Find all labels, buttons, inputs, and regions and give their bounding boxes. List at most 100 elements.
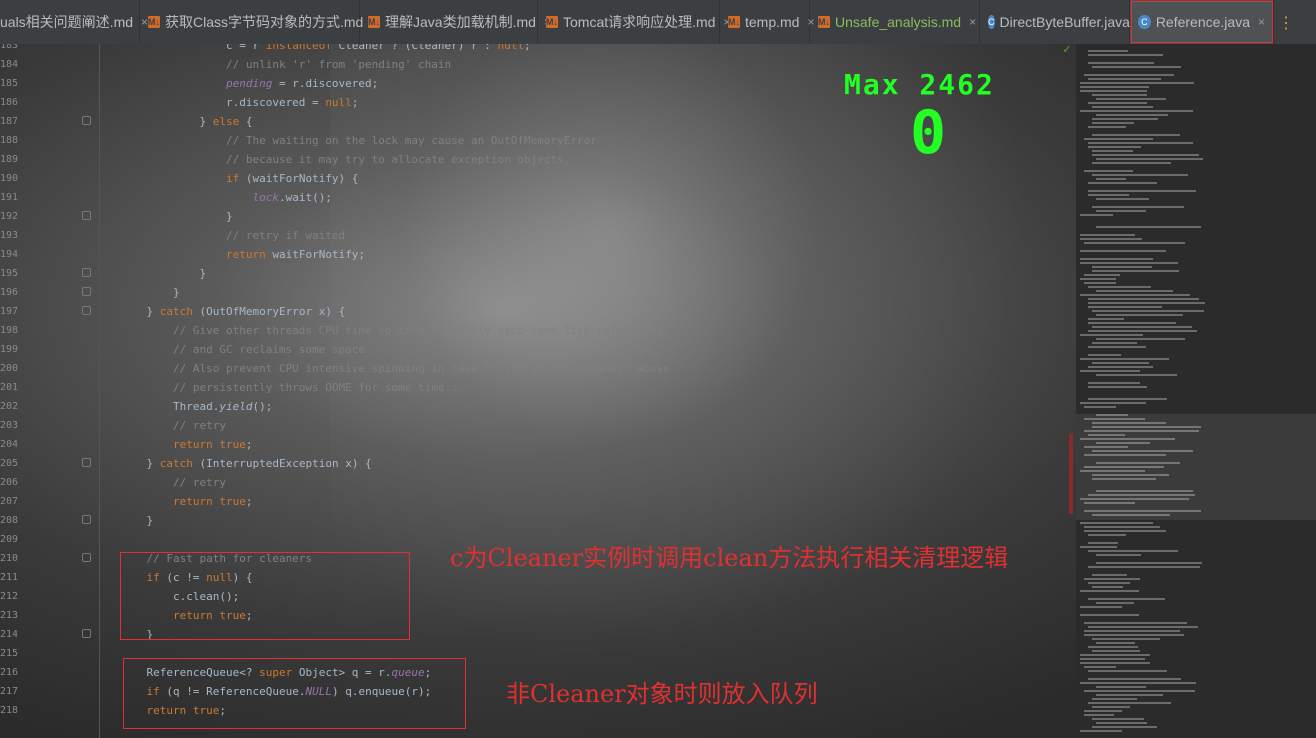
code-text: } — [120, 267, 207, 280]
minimap-line — [1080, 110, 1193, 112]
minimap-line — [1092, 134, 1180, 136]
minimap-line — [1084, 138, 1153, 140]
minimap-line — [1092, 586, 1123, 588]
minimap-line — [1080, 82, 1194, 84]
line-number: 215 — [0, 648, 19, 659]
close-icon[interactable]: × — [1258, 15, 1265, 29]
minimap-line — [1092, 650, 1140, 652]
minimap-line — [1084, 578, 1140, 580]
line-number: 198 — [0, 325, 19, 336]
minimap-line — [1088, 194, 1129, 196]
code-text: // persistently throws OOME for some tim… — [120, 381, 465, 394]
minimap-line — [1080, 662, 1150, 664]
minimap-line — [1088, 78, 1161, 80]
line-number: 199 — [0, 344, 19, 355]
minimap-line — [1096, 374, 1177, 376]
minimap-line — [1096, 554, 1141, 556]
minimap-line — [1080, 730, 1122, 732]
tab-6[interactable]: CDirectByteBuffer.java× — [980, 0, 1145, 44]
fold-marker-icon[interactable] — [82, 211, 91, 220]
code-text: // retry — [120, 419, 226, 432]
minimap-line — [1084, 634, 1184, 636]
minimap-line — [1088, 322, 1176, 324]
minimap-line — [1088, 298, 1199, 300]
minimap[interactable] — [1076, 44, 1316, 738]
more-tabs-icon[interactable]: ⋮ — [1274, 13, 1294, 32]
java-class-icon: C — [1138, 15, 1151, 29]
line-number: 190 — [0, 173, 19, 184]
editor-tab-bar: uals相关问题阐述.md×M↓获取Class字节码对象的方式.md×M↓理解J… — [0, 0, 1316, 45]
fold-marker-icon[interactable] — [82, 287, 91, 296]
minimap-line — [1084, 406, 1116, 408]
line-number: 208 — [0, 515, 19, 526]
code-line: 198 // Give other threads CPU time so th… — [0, 321, 1060, 340]
tab-4[interactable]: M↓ temp.md × — [720, 0, 814, 44]
code-text: } else { — [120, 115, 253, 128]
minimap-line — [1096, 98, 1166, 100]
minimap-line — [1088, 142, 1193, 144]
minimap-line — [1088, 182, 1157, 184]
code-text: return true; — [172, 438, 253, 451]
fold-marker-icon[interactable] — [82, 458, 91, 467]
tab-2[interactable]: M↓理解Java类加载机制.md× — [360, 0, 551, 44]
minimap-viewport[interactable] — [1076, 414, 1316, 520]
minimap-line — [1096, 114, 1168, 116]
code-text: lock.wait(); — [252, 191, 332, 204]
minimap-line — [1088, 702, 1171, 704]
minimap-line — [1096, 210, 1146, 212]
line-number: 206 — [0, 477, 19, 488]
minimap-line — [1080, 258, 1153, 260]
fold-marker-icon[interactable] — [82, 515, 91, 524]
line-number: 213 — [0, 610, 19, 621]
tab-label: temp.md — [745, 14, 800, 30]
fold-marker-icon[interactable] — [82, 116, 91, 125]
tab-7[interactable]: C Reference.java × — [1130, 0, 1274, 44]
tab-5[interactable]: M↓ Unsafe_analysis.md × — [810, 0, 980, 44]
minimap-line — [1084, 170, 1133, 172]
minimap-line — [1080, 250, 1166, 252]
code-text: } — [120, 286, 180, 299]
minimap-line — [1092, 638, 1160, 640]
code-text: } catch (InterruptedException x) { — [120, 457, 372, 470]
markdown-file-icon: M↓ — [818, 16, 830, 28]
line-number: 202 — [0, 401, 19, 412]
code-line: 201 // persistently throws OOME for some… — [0, 378, 1060, 397]
minimap-line — [1096, 314, 1183, 316]
code-editor[interactable]: 183 c = r instanceof Cleaner ? (Cleaner)… — [0, 44, 1316, 738]
code-line: 194 return waitForNotify; — [0, 245, 1060, 264]
cleaner-annotation: c为Cleaner实例时调用clean方法执行相关清理逻辑 — [450, 544, 1009, 572]
minimap-line — [1088, 302, 1205, 304]
code-line: 187 } else { — [0, 112, 1060, 131]
minimap-line — [1088, 330, 1197, 332]
close-icon[interactable]: × — [969, 15, 976, 29]
minimap-line — [1080, 654, 1150, 656]
minimap-line — [1088, 346, 1146, 348]
line-number: 184 — [0, 59, 19, 70]
fold-marker-icon[interactable] — [82, 268, 91, 277]
line-number: 212 — [0, 591, 19, 602]
minimap-line — [1092, 574, 1127, 576]
minimap-line — [1080, 522, 1153, 524]
minimap-line — [1096, 562, 1202, 564]
tab-0[interactable]: uals相关问题阐述.md × — [0, 0, 148, 44]
fold-marker-icon[interactable] — [82, 306, 91, 315]
fold-marker-icon[interactable] — [82, 553, 91, 562]
line-number: 196 — [0, 287, 19, 298]
tab-label: Tomcat请求响应处理.md — [563, 14, 716, 30]
fold-marker-icon[interactable] — [82, 629, 91, 638]
minimap-line — [1088, 354, 1121, 356]
code-line: 196 } — [0, 283, 1060, 302]
minimap-line — [1084, 714, 1114, 716]
code-line: 204 return true; — [0, 435, 1060, 454]
minimap-line — [1080, 606, 1122, 608]
minimap-line — [1092, 106, 1153, 108]
tab-3[interactable]: M↓ Tomcat请求响应处理.md × — [538, 0, 730, 44]
minimap-line — [1080, 334, 1143, 336]
code-text: } — [120, 514, 154, 527]
line-number: 217 — [0, 686, 19, 697]
code-line: 207 return true; — [0, 492, 1060, 511]
line-number: 207 — [0, 496, 19, 507]
tab-1[interactable]: M↓获取Class字节码对象的方式.md× — [140, 0, 378, 44]
line-number: 205 — [0, 458, 19, 469]
line-number: 186 — [0, 97, 19, 108]
